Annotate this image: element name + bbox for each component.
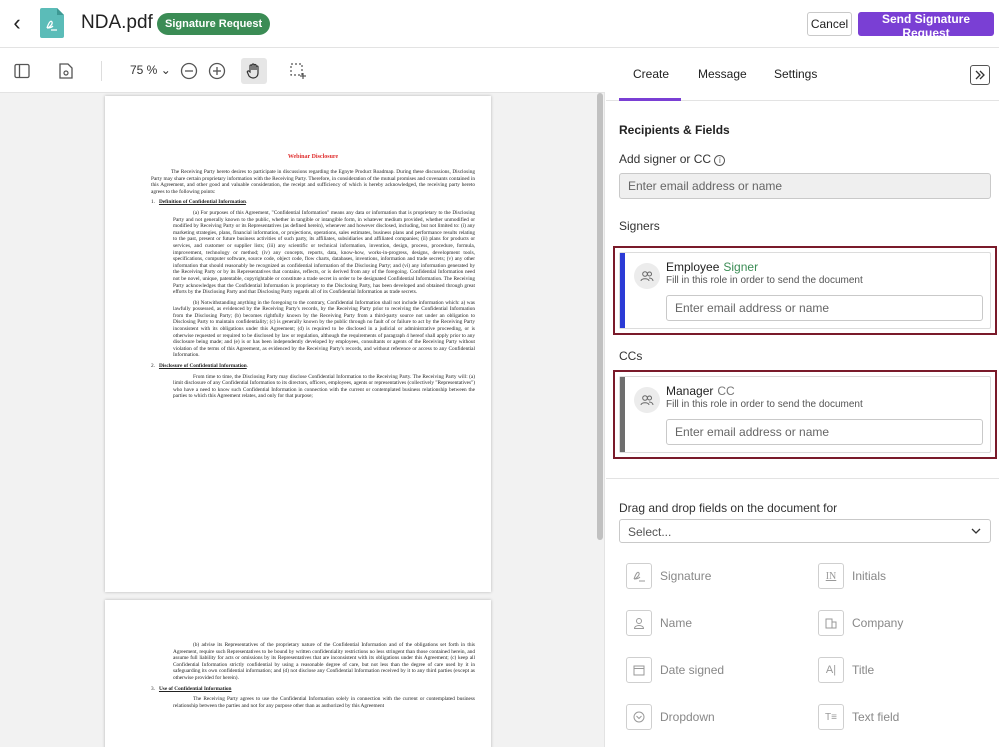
signer-role-inner: Employee Signer Fill in this role in orde… bbox=[619, 252, 991, 329]
field-name[interactable]: Name bbox=[626, 610, 692, 636]
section-title: Use of Confidential Information bbox=[158, 685, 232, 692]
text-field-icon: T≡ bbox=[818, 704, 844, 730]
add-signer-input[interactable] bbox=[619, 173, 991, 199]
section-number: 1. bbox=[151, 199, 155, 206]
back-arrow-icon[interactable]: ‹ bbox=[6, 12, 28, 36]
document-viewer[interactable]: Webinar Disclosure The Receiving Party h… bbox=[0, 93, 605, 747]
pan-hand-icon[interactable] bbox=[241, 58, 267, 84]
field-label: Name bbox=[660, 616, 693, 630]
signer-email-input[interactable] bbox=[666, 295, 983, 321]
page-thumbnail-icon[interactable] bbox=[53, 58, 79, 84]
add-signer-label: Add signer or CC i bbox=[619, 152, 726, 166]
section-1b-text: (b) Notwithstanding anything in the fore… bbox=[173, 299, 475, 359]
field-company[interactable]: Company bbox=[818, 610, 903, 636]
section-2b-text: (b) advise its Representatives of the pr… bbox=[173, 642, 475, 681]
cc-role-description: Fill in this role in order to send the d… bbox=[666, 399, 863, 410]
role-type-text: CC bbox=[717, 384, 735, 398]
role-name-text: Manager bbox=[666, 384, 714, 398]
section-1-heading: 1. Definition of Confidential Informatio… bbox=[151, 199, 248, 206]
area-select-icon[interactable] bbox=[285, 58, 311, 84]
chevron-down-icon bbox=[970, 525, 982, 540]
dropdown-icon bbox=[626, 704, 652, 730]
tab-create[interactable]: Create bbox=[633, 67, 669, 81]
field-label: Initials bbox=[852, 569, 887, 583]
section-title: Disclosure of Confidential Information bbox=[158, 363, 247, 370]
status-badge: Signature Request bbox=[157, 13, 271, 35]
drag-fields-label: Drag and drop fields on the document for bbox=[619, 501, 838, 515]
sidebar-toggle-icon[interactable] bbox=[9, 58, 35, 84]
cc-role-name: Manager CC bbox=[666, 384, 735, 398]
role-name-text: Employee bbox=[666, 260, 720, 274]
zoom-out-icon[interactable] bbox=[176, 58, 202, 84]
cc-role-card: Manager CC Fill in this role in order to … bbox=[613, 370, 997, 459]
field-title[interactable]: A| Title bbox=[818, 657, 874, 683]
section-2-heading: 2. Disclosure of Confidential Informatio… bbox=[151, 363, 249, 370]
field-dropdown[interactable]: Dropdown bbox=[626, 704, 715, 730]
viewer-toolbar: 75 % ⌄ bbox=[0, 48, 605, 93]
title-icon: A| bbox=[818, 657, 844, 683]
signer-role-description: Fill in this role in order to send the d… bbox=[666, 275, 863, 286]
signer-role-card: Employee Signer Fill in this role in orde… bbox=[613, 246, 997, 335]
top-bar: ‹ NDA.pdf Signature Request Cancel Send … bbox=[0, 0, 999, 48]
section-3-heading: 3. Use of Confidential Information bbox=[151, 686, 475, 693]
send-signature-request-button[interactable]: Send Signature Request bbox=[858, 12, 994, 40]
section-1a-text: (a) For purposes of this Agreement, "Con… bbox=[173, 209, 475, 296]
viewer-scrollbar[interactable] bbox=[597, 93, 603, 540]
building-icon bbox=[818, 610, 844, 636]
initials-icon: IN bbox=[818, 563, 844, 589]
calendar-icon bbox=[626, 657, 652, 683]
collapse-panel-icon[interactable] bbox=[970, 65, 990, 85]
section-2-text: From time to time, the Disclosing Party … bbox=[173, 373, 475, 400]
recipient-select[interactable]: Select... bbox=[619, 519, 991, 543]
cc-color-bar bbox=[620, 377, 625, 452]
toolbar-divider bbox=[101, 61, 102, 81]
add-signer-label-text: Add signer or CC bbox=[619, 152, 712, 166]
field-label: Signature bbox=[660, 569, 712, 583]
signature-icon bbox=[626, 563, 652, 589]
field-label: Company bbox=[852, 616, 904, 630]
document-intro: The Receiving Party hereto desires to pa… bbox=[151, 169, 475, 195]
field-text-field[interactable]: T≡ Text field bbox=[818, 704, 899, 730]
field-label: Title bbox=[852, 663, 875, 677]
document-page-2[interactable]: (b) advise its Representatives of the pr… bbox=[105, 600, 491, 747]
ccs-label: CCs bbox=[619, 349, 643, 363]
document-page-1[interactable]: Webinar Disclosure The Receiving Party h… bbox=[105, 96, 491, 592]
cc-email-input[interactable] bbox=[666, 419, 983, 445]
section-divider bbox=[606, 478, 999, 479]
person-icon bbox=[626, 610, 652, 636]
field-label: Text field bbox=[852, 710, 900, 724]
recipient-select-value: Select... bbox=[628, 525, 672, 539]
section-number: 3. bbox=[151, 685, 155, 692]
file-name: NDA.pdf bbox=[81, 12, 153, 33]
zoom-in-icon[interactable] bbox=[204, 58, 230, 84]
people-icon bbox=[634, 263, 660, 289]
section-3-text: The Receiving Party agrees to use the Co… bbox=[173, 696, 475, 709]
section-title: Definition of Confidential Information bbox=[158, 199, 246, 206]
tab-message[interactable]: Message bbox=[698, 67, 747, 81]
recipients-panel: Create Message Settings Recipients & Fie… bbox=[606, 48, 999, 747]
field-initials[interactable]: IN Initials bbox=[818, 563, 886, 589]
cc-role-inner: Manager CC Fill in this role in order to … bbox=[619, 376, 991, 453]
role-type-text: Signer bbox=[723, 260, 759, 274]
signers-label: Signers bbox=[619, 219, 660, 233]
field-date-signed[interactable]: Date signed bbox=[626, 657, 724, 683]
signer-color-bar bbox=[620, 253, 625, 328]
people-icon bbox=[634, 387, 660, 413]
pdf-file-icon bbox=[40, 8, 64, 38]
panel-tabs: Create Message Settings bbox=[606, 48, 999, 101]
field-label: Date signed bbox=[660, 663, 725, 677]
recipients-fields-title: Recipients & Fields bbox=[619, 123, 730, 137]
section-number: 2. bbox=[151, 363, 155, 370]
info-icon[interactable]: i bbox=[714, 155, 726, 166]
tab-settings[interactable]: Settings bbox=[774, 67, 817, 81]
zoom-level-dropdown[interactable]: 75 % ⌄ bbox=[130, 63, 171, 77]
document-title: Webinar Disclosure bbox=[287, 154, 339, 160]
chevron-down-icon: ⌄ bbox=[160, 63, 171, 77]
signer-role-name: Employee Signer bbox=[666, 260, 758, 274]
active-tab-indicator bbox=[619, 98, 681, 101]
zoom-level: 75 % bbox=[130, 63, 158, 77]
field-signature[interactable]: Signature bbox=[626, 563, 711, 589]
cancel-button[interactable]: Cancel bbox=[807, 12, 852, 36]
field-label: Dropdown bbox=[660, 710, 715, 724]
